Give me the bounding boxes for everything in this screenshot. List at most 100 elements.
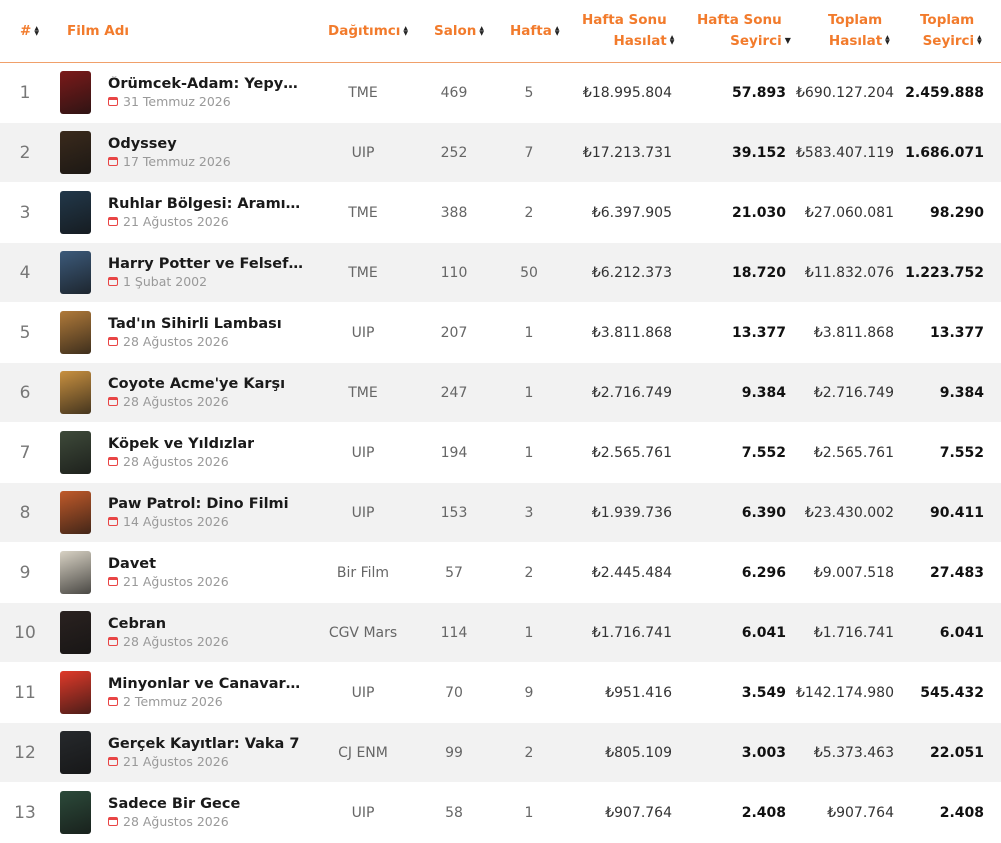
table-row[interactable]: 8 Paw Patrol: Dino Filmi 14 Ağustos 2026 UI… [0,483,1001,543]
weekend-admissions: 21.030 [731,204,786,221]
total-admissions: 1.686.071 [905,144,984,161]
week-count: 1 [524,444,534,461]
calendar-icon [108,217,118,226]
film-title-link[interactable]: Coyote Acme'ye Karşı [108,376,285,392]
col-total-gross-header[interactable]: Toplam Hasılat ▲ ▼ [828,0,890,62]
calendar-icon [108,157,118,166]
total-gross: ₺690.127.204 [796,84,894,101]
distributor: TME [348,204,378,221]
distributor: TME [348,384,378,401]
film-title-link[interactable]: Örümcek-Adam: Yepye... [108,76,303,92]
distributor: UIP [351,324,375,341]
poster-image[interactable] [60,311,91,354]
rank: 3 [19,202,31,223]
film-title-link[interactable]: Ruhlar Bölgesi: Aramızd... [108,196,303,212]
poster-image[interactable] [60,371,91,414]
weekend-admissions: 13.377 [731,324,786,341]
total-admissions: 22.051 [929,744,984,761]
poster-image[interactable] [60,731,91,774]
box-office-table: # ▲ ▼ Film Adı Dağıtımcı ▲ ▼ Salon ▲ ▼ Haft… [0,0,1001,843]
poster-image[interactable] [60,551,91,594]
poster-image[interactable] [60,671,91,714]
total-gross: ₺3.811.868 [813,324,894,341]
rank: 4 [19,262,31,283]
poster-image[interactable] [60,431,91,474]
release-date: 21 Ağustos 2026 [108,754,229,769]
film-title-link[interactable]: Cebran [108,616,166,632]
calendar-icon [108,337,118,346]
weekend-gross: ₺17.213.731 [582,144,672,161]
table-row[interactable]: 9 Davet 21 Ağustos 2026 Bir Film 57 2 ₺2.445.4… [0,543,1001,603]
rank: 1 [19,82,31,103]
rank: 6 [19,382,31,403]
film-title-link[interactable]: Paw Patrol: Dino Filmi [108,496,289,512]
poster-image[interactable] [60,71,91,114]
film-info: Tad'ın Sihirli Lambası 28 Ağustos 2026 [108,303,308,362]
poster-image[interactable] [60,251,91,294]
table-row[interactable]: 1 Örümcek-Adam: Yepye... 31 Temmuz 2026 TME… [0,63,1001,123]
weekend-gross: ₺18.995.804 [582,84,672,101]
film-info: Örümcek-Adam: Yepye... 31 Temmuz 2026 [108,63,308,122]
film-title-link[interactable]: Sadece Bir Gece [108,796,240,812]
table-row[interactable]: 13 Sadece Bir Gece 28 Ağustos 2026 UIP 58 1 ₺9… [0,783,1001,843]
poster-image[interactable] [60,131,91,174]
distributor: UIP [351,804,375,821]
salon-count: 469 [440,84,468,101]
table-row[interactable]: 4 Harry Potter ve Felsefe T... 1 Şubat 200… [0,243,1001,303]
poster-image[interactable] [60,191,91,234]
film-title-link[interactable]: Köpek ve Yıldızlar [108,436,254,452]
total-gross: ₺11.832.076 [804,264,894,281]
col-film-header[interactable]: Film Adı [67,0,129,62]
col-salon-header[interactable]: Salon ▲ ▼ [434,0,484,62]
table-row[interactable]: 5 Tad'ın Sihirli Lambası 28 Ağustos 2026 UI… [0,303,1001,363]
poster-image[interactable] [60,491,91,534]
week-count: 2 [524,564,534,581]
release-date: 31 Temmuz 2026 [108,94,231,109]
sort-icon: ▲ ▼ [479,25,484,37]
weekend-gross: ₺3.811.868 [591,324,672,341]
table-row[interactable]: 2 Odyssey 17 Temmuz 2026 UIP 252 7 ₺17.213.731… [0,123,1001,183]
weekend-admissions: 39.152 [731,144,786,161]
table-row[interactable]: 11 Minyonlar ve Canavarlar 2 Temmuz 2026 UI… [0,663,1001,723]
film-title-link[interactable]: Tad'ın Sihirli Lambası [108,316,282,332]
week-count: 2 [524,744,534,761]
film-title-link[interactable]: Odyssey [108,136,177,152]
release-date: 28 Ağustos 2026 [108,334,229,349]
weekend-gross: ₺907.764 [605,804,672,821]
film-title-link[interactable]: Minyonlar ve Canavarlar [108,676,303,692]
col-total-admissions-header[interactable]: Toplam Seyirci ▲ ▼ [920,0,982,62]
film-title-link[interactable]: Davet [108,556,156,572]
film-title-link[interactable]: Gerçek Kayıtlar: Vaka 7 [108,736,299,752]
film-info: Paw Patrol: Dino Filmi 14 Ağustos 2026 [108,483,308,542]
table-row[interactable]: 12 Gerçek Kayıtlar: Vaka 7 21 Ağustos 2026… [0,723,1001,783]
table-row[interactable]: 10 Cebran 28 Ağustos 2026 CGV Mars 114 1 ₺1.71… [0,603,1001,663]
table-row[interactable]: 3 Ruhlar Bölgesi: Aramızd... 21 Ağustos 20… [0,183,1001,243]
weekend-admissions: 3.549 [741,684,786,701]
rank: 8 [19,502,31,523]
table-header: # ▲ ▼ Film Adı Dağıtımcı ▲ ▼ Salon ▲ ▼ Haft… [0,0,1001,63]
calendar-icon [108,757,118,766]
table-row[interactable]: 7 Köpek ve Yıldızlar 28 Ağustos 2026 UIP 194… [0,423,1001,483]
calendar-icon [108,457,118,466]
salon-count: 247 [440,384,468,401]
distributor: CGV Mars [328,624,398,641]
total-admissions: 1.223.752 [905,264,984,281]
col-weekend-gross-header[interactable]: Hafta Sonu Hasılat ▲ ▼ [582,0,674,62]
col-week-header[interactable]: Hafta ▲ ▼ [510,0,559,62]
table-row[interactable]: 6 Coyote Acme'ye Karşı 28 Ağustos 2026 TME 2… [0,363,1001,423]
total-gross: ₺23.430.002 [804,504,894,521]
col-distributor-header[interactable]: Dağıtımcı ▲ ▼ [328,0,408,62]
poster-image[interactable] [60,611,91,654]
poster-image[interactable] [60,791,91,834]
rank: 7 [19,442,31,463]
salon-count: 194 [440,444,468,461]
calendar-icon [108,637,118,646]
film-title-link[interactable]: Harry Potter ve Felsefe T... [108,256,303,272]
col-rank-header[interactable]: # ▲ ▼ [20,0,39,62]
week-count: 5 [524,84,534,101]
col-weekend-admissions-header[interactable]: Hafta Sonu Seyirci ▼ [697,0,791,62]
total-gross: ₺2.565.761 [813,444,894,461]
distributor: Bir Film [336,564,390,581]
film-info: Gerçek Kayıtlar: Vaka 7 21 Ağustos 2026 [108,723,308,782]
sort-icon: ▲ ▼ [885,34,890,46]
